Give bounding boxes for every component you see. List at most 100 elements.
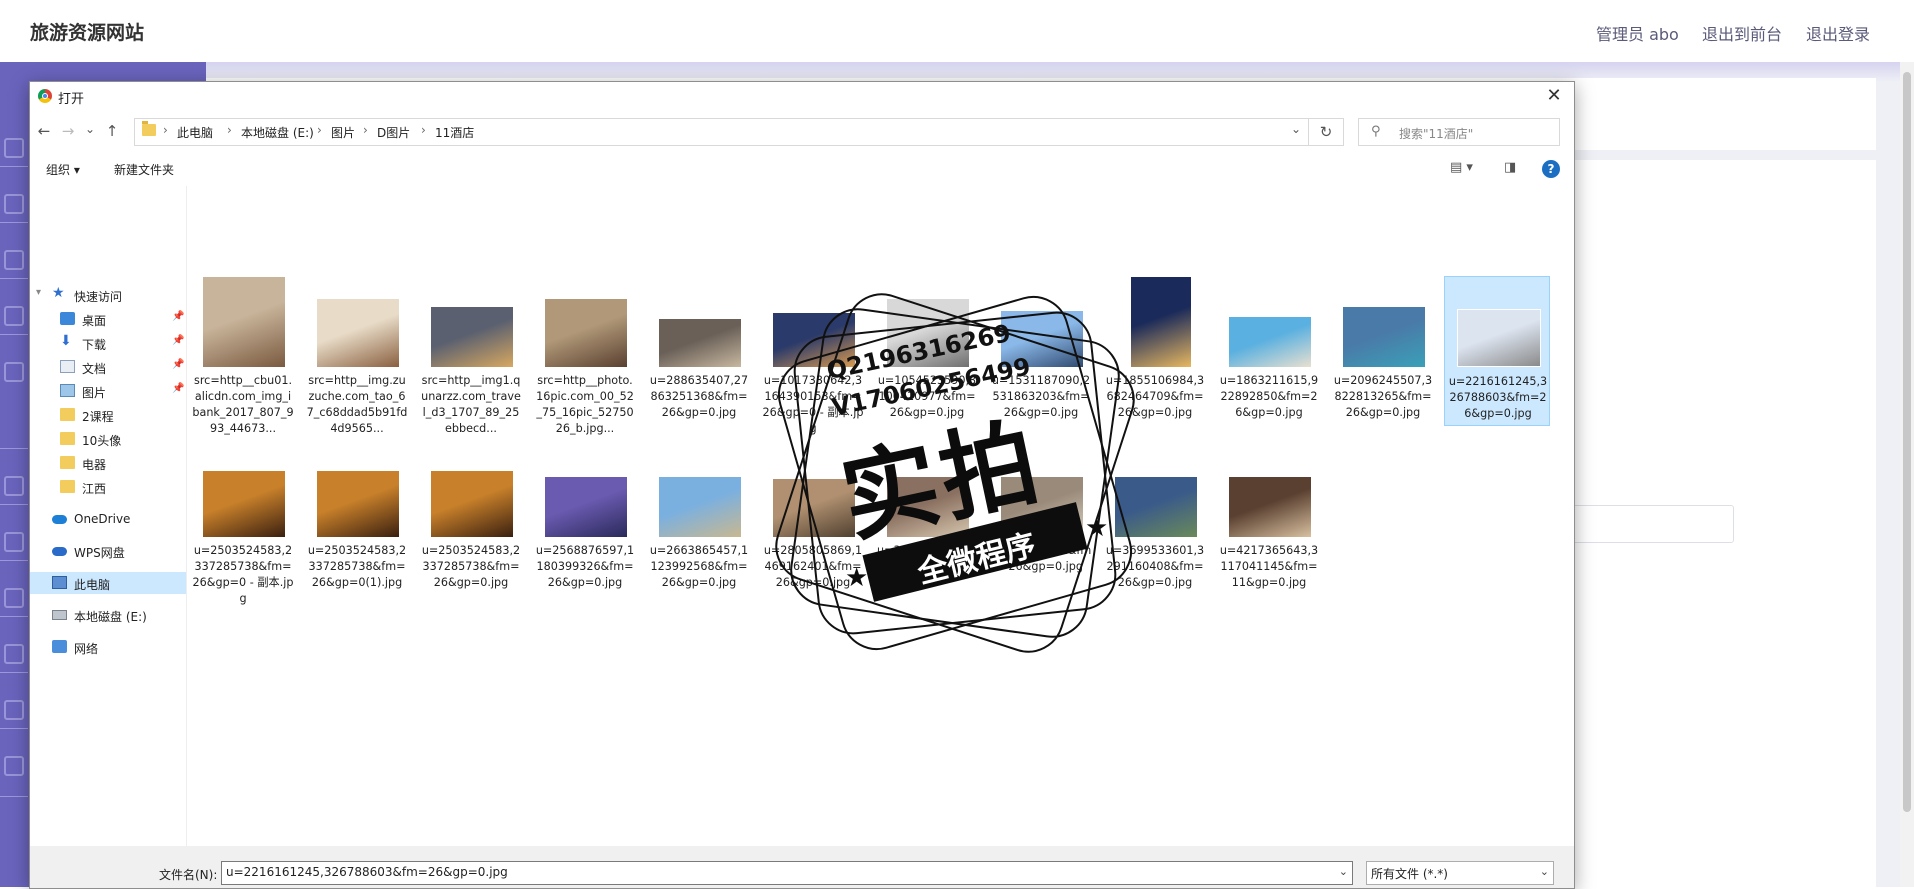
- star-icon: ★: [52, 285, 65, 301]
- image-thumbnail: [772, 312, 856, 368]
- file-item[interactable]: u=1863211615,922892850&fm=26&gp=0.jpg: [1216, 276, 1322, 426]
- file-item[interactable]: u=2503524583,2337285738&fm=26&gp=0(1).jp…: [304, 446, 410, 596]
- nav-item-onedrive[interactable]: OneDrive: [30, 508, 186, 530]
- folder-icon: [60, 480, 75, 493]
- preview-pane-icon[interactable]: ◨: [1504, 160, 1516, 175]
- file-item[interactable]: u=2503524583,2337285738&fm=26&gp=0 - 副本.…: [190, 446, 296, 605]
- close-button[interactable]: ✕: [1534, 82, 1574, 112]
- nav-item-wps-cloud[interactable]: WPS网盘: [30, 540, 186, 562]
- image-thumbnail: [1228, 476, 1312, 538]
- menu-icon[interactable]: [4, 644, 24, 664]
- file-item[interactable]: u=1054523590,3100410977&fm=26&gp=0.jpg: [874, 276, 980, 426]
- back-arrow-icon[interactable]: ←: [34, 122, 54, 140]
- chevron-down-icon[interactable]: ⌄: [1291, 122, 1301, 136]
- image-thumbnail: [1342, 306, 1426, 368]
- pin-icon: 📌: [172, 359, 185, 370]
- file-item[interactable]: u=1855106984,3682464709&fm=26&gp=0.jpg: [1102, 276, 1208, 426]
- file-item[interactable]: u=1531187090,2531863203&fm=26&gp=0.jpg: [988, 276, 1094, 426]
- up-arrow-icon[interactable]: ↑: [102, 122, 122, 140]
- pin-icon: 📌: [172, 383, 185, 394]
- nav-item-folder[interactable]: 2课程: [30, 404, 186, 426]
- file-item[interactable]: u=288635407,27863251368&fm=26&gp=0.jpg: [646, 276, 752, 426]
- menu-icon[interactable]: [4, 756, 24, 776]
- app-header: 旅游资源网站 管理员 abo 退出到前台 退出登录: [0, 0, 1914, 63]
- pin-icon: 📌: [172, 335, 185, 346]
- chevron-down-icon[interactable]: ⌄: [1540, 865, 1549, 878]
- file-item[interactable]: u=3102133088,&fm=26&gp=0.jpg: [874, 446, 980, 596]
- image-thumbnail: [772, 478, 856, 538]
- organize-button[interactable]: 组织 ▾: [46, 161, 80, 178]
- file-item-selected[interactable]: u=2216161245,326788603&fm=26&gp=0.jpg: [1444, 276, 1550, 426]
- image-thumbnail: [316, 470, 400, 538]
- file-item[interactable]: u=2568876597,1180399326&fm=26&gp=0.jpg: [532, 446, 638, 596]
- image-thumbnail: [1457, 309, 1541, 367]
- nav-item-downloads[interactable]: ⬇ 下载 📌: [30, 332, 186, 354]
- file-item[interactable]: src=http__img.zuzuche.com_tao_67_c68ddad…: [304, 276, 410, 435]
- breadcrumb-d-pictures[interactable]: D图片: [377, 124, 410, 141]
- menu-icon[interactable]: [4, 250, 24, 270]
- change-view-icon[interactable]: ▤ ▾: [1450, 160, 1473, 175]
- nav-item-folder[interactable]: 10头像: [30, 428, 186, 450]
- nav-item-desktop[interactable]: 桌面 📌: [30, 308, 186, 330]
- menu-icon[interactable]: [4, 306, 24, 326]
- image-thumbnail: [430, 470, 514, 538]
- address-bar[interactable]: › 此电脑 › 本地磁盘 (E:) › 图片 › D图片 › 11酒店 ⌄ ↻: [134, 118, 1344, 146]
- file-item[interactable]: src=http__img1.qunarzz.com_travel_d3_170…: [418, 276, 524, 435]
- menu-icon[interactable]: [4, 532, 24, 552]
- filename-input[interactable]: u=2216161245,326788603&fm=26&gp=0.jpg ⌄: [221, 861, 1353, 885]
- image-thumbnail: [544, 298, 628, 368]
- breadcrumb-drive-e[interactable]: 本地磁盘 (E:): [241, 124, 314, 141]
- chevron-down-icon[interactable]: ⌄: [1339, 865, 1348, 878]
- nav-item-folder[interactable]: 电器: [30, 452, 186, 474]
- menu-icon[interactable]: [4, 700, 24, 720]
- file-type-filter[interactable]: 所有文件 (*.*) ⌄: [1366, 861, 1554, 885]
- exit-to-frontend-link[interactable]: 退出到前台: [1702, 21, 1782, 45]
- file-item[interactable]: u=2503524583,2337285738&fm=26&gp=0.jpg: [418, 446, 524, 596]
- nav-item-quick-access[interactable]: ▾ ★ 快速访问: [30, 284, 186, 306]
- file-item[interactable]: src=http__cbu01.alicdn.com_img_ibank_201…: [190, 276, 296, 435]
- image-thumbnail: [1228, 316, 1312, 368]
- navigation-bar: ← → ⌄ ↑ › 此电脑 › 本地磁盘 (E:) › 图片 › D图片 › 1…: [30, 118, 1574, 146]
- file-item[interactable]: src=http__photo.16pic.com_00_52_75_16pic…: [532, 276, 638, 435]
- nav-item-network[interactable]: 网络: [30, 636, 186, 658]
- menu-icon[interactable]: [4, 588, 24, 608]
- image-thumbnail: [1114, 476, 1198, 538]
- folder-icon: [142, 121, 156, 136]
- menu-icon[interactable]: [4, 362, 24, 382]
- dialog-titlebar[interactable]: 打开 ✕: [30, 82, 1574, 112]
- file-item[interactable]: u=3207088,1&fm=26&gp=0.jpg: [988, 446, 1094, 596]
- nav-item-folder[interactable]: 江西: [30, 476, 186, 498]
- folder-icon: [60, 408, 75, 421]
- logout-link[interactable]: 退出登录: [1806, 21, 1870, 45]
- file-item[interactable]: u=3699533601,3291160408&fm=26&gp=0.jpg: [1102, 446, 1208, 596]
- file-item[interactable]: u=2663865457,1123992568&fm=26&gp=0.jpg: [646, 446, 752, 596]
- menu-icon[interactable]: [4, 138, 24, 158]
- nav-item-this-pc[interactable]: 此电脑: [30, 572, 186, 594]
- file-item[interactable]: u=1017330642,3164390153&fm=26&gp=0 - 副本.…: [760, 276, 866, 435]
- admin-user-link[interactable]: 管理员 abo: [1596, 21, 1679, 45]
- menu-icon[interactable]: [4, 194, 24, 214]
- refresh-icon[interactable]: ↻: [1308, 119, 1343, 145]
- chrome-icon: [38, 89, 52, 103]
- image-thumbnail: [316, 298, 400, 368]
- forward-arrow-icon[interactable]: →: [58, 122, 78, 140]
- image-thumbnail: [1130, 276, 1192, 368]
- site-brand[interactable]: 旅游资源网站: [30, 18, 144, 45]
- breadcrumb-pictures[interactable]: 图片: [331, 124, 355, 141]
- nav-item-pictures[interactable]: 图片 📌: [30, 380, 186, 402]
- help-icon[interactable]: ?: [1542, 160, 1560, 178]
- breadcrumb-this-pc[interactable]: 此电脑: [177, 124, 213, 141]
- nav-item-documents[interactable]: 文档 📌: [30, 356, 186, 378]
- nav-item-drive-e[interactable]: 本地磁盘 (E:): [30, 604, 186, 626]
- recent-locations-icon[interactable]: ⌄: [80, 122, 100, 136]
- search-input[interactable]: ⚲ 搜索"11酒店": [1358, 118, 1560, 146]
- menu-icon[interactable]: [4, 476, 24, 496]
- document-icon: [60, 360, 75, 373]
- page-scrollbar-thumb[interactable]: [1903, 72, 1911, 812]
- new-folder-button[interactable]: 新建文件夹: [114, 161, 174, 178]
- file-item[interactable]: u=4217365643,3117041145&fm=11&gp=0.jpg: [1216, 446, 1322, 596]
- form-input[interactable]: [1568, 505, 1734, 543]
- file-item[interactable]: u=2096245507,3822813265&fm=26&gp=0.jpg: [1330, 276, 1436, 426]
- breadcrumb-hotel[interactable]: 11酒店: [435, 124, 474, 141]
- file-item[interactable]: u=2805805869,1469162401&fm=26&gp=0.jpg: [760, 446, 866, 596]
